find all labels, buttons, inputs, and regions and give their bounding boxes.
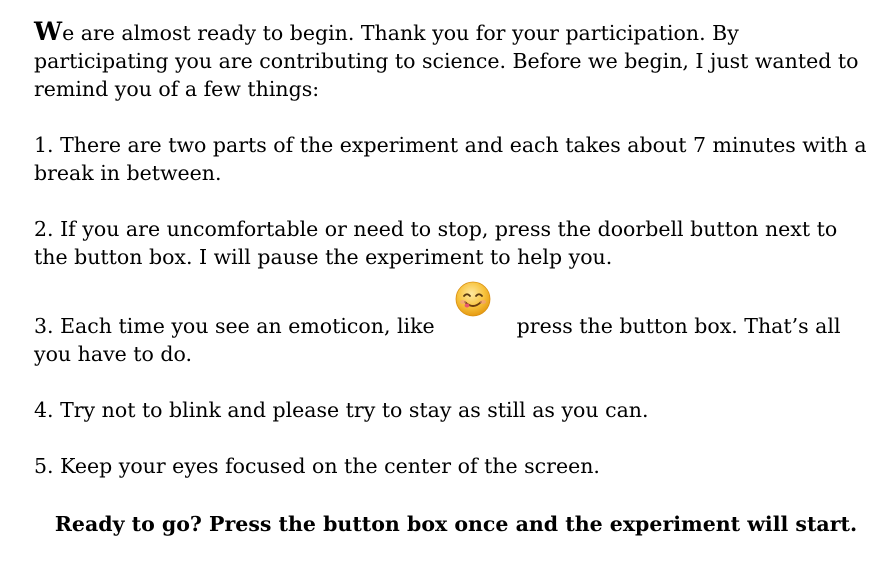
- intro-paragraph: We are almost ready to begin. Thank you …: [34, 18, 870, 103]
- smiling-emoticon-icon: [455, 281, 491, 317]
- instruction-item-4: 4. Try not to blink and please try to st…: [34, 398, 649, 422]
- ready-prompt: Ready to go? Press the button box once a…: [54, 512, 858, 536]
- intro-text: e are almost ready to begin. Thank you f…: [34, 21, 859, 101]
- instruction-item-1: 1. There are two parts of the experiment…: [34, 133, 867, 185]
- instruction-page: We are almost ready to begin. Thank you …: [34, 18, 870, 538]
- instruction-item-3: 3. Each time you see an emoticon, like p…: [34, 281, 870, 368]
- instruction-item-3-text-before: 3. Each time you see an emoticon, like: [34, 314, 435, 338]
- instruction-item-2: 2. If you are uncomfortable or need to s…: [34, 217, 838, 269]
- intro-first-letter: W: [34, 17, 63, 46]
- instruction-item-5: 5. Keep your eyes focused on the center …: [34, 454, 600, 478]
